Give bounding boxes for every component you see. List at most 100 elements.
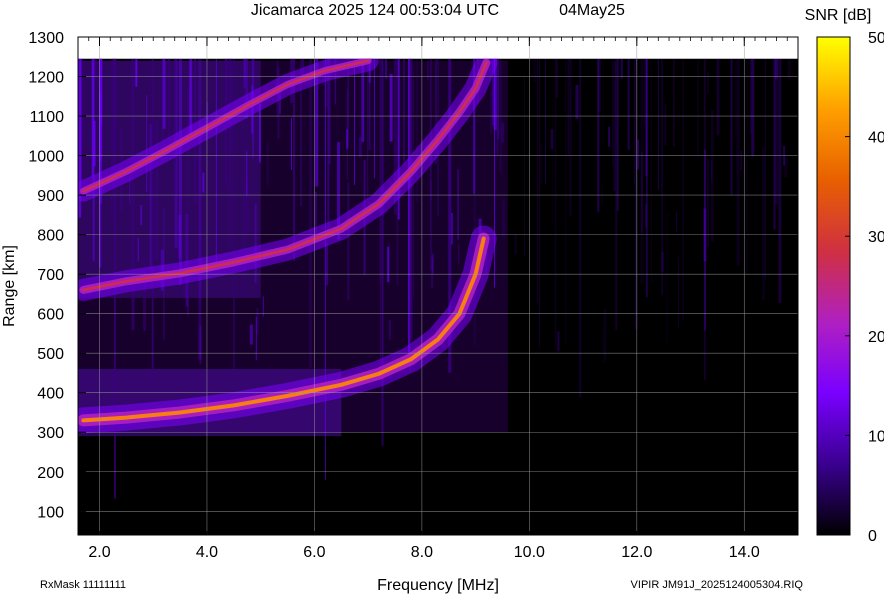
interference-streak [734, 62, 737, 139]
interference-streak [710, 109, 714, 242]
interference-streak [608, 126, 611, 147]
interference-streak [254, 203, 257, 284]
interference-streak [661, 251, 664, 272]
interference-streak [540, 143, 544, 185]
interference-streak [650, 66, 652, 284]
interference-streak [403, 58, 406, 165]
interference-streak [740, 150, 743, 171]
interference-streak [575, 84, 579, 120]
interference-streak [640, 58, 644, 284]
interference-streak [761, 147, 765, 300]
interference-streak [291, 117, 293, 170]
interference-streak [565, 58, 567, 345]
interference-streak [778, 58, 782, 303]
interference-streak [494, 58, 496, 288]
interference-streak [611, 58, 613, 167]
colorbar-tick-label: 20 [868, 329, 884, 346]
interference-streak [602, 329, 604, 350]
x-axis-label: Frequency [MHz] [377, 577, 499, 594]
interference-streak [598, 58, 602, 113]
colorbar-tick-label: 0 [868, 528, 877, 545]
y-tick-label: 100 [37, 504, 64, 521]
interference-streak [773, 58, 775, 89]
interference-streak [137, 237, 139, 261]
y-tick-label: 800 [37, 228, 64, 245]
colorbar-label: SNR [dB] [805, 7, 872, 24]
x-tick-label: 14.0 [729, 544, 760, 561]
interference-streak [784, 157, 788, 178]
interference-streak [657, 58, 659, 190]
interference-streak [672, 58, 675, 147]
interference-streak [555, 58, 557, 350]
rx-mask-label: RxMask 11111111 [40, 579, 126, 591]
colorbar-gradient [816, 36, 851, 536]
interference-streak [774, 58, 778, 79]
interference-streak [162, 58, 166, 129]
interference-streak [324, 58, 326, 480]
interference-streak [716, 58, 720, 136]
y-tick-label: 300 [37, 425, 64, 442]
interference-streak [677, 256, 679, 329]
interference-streak [637, 139, 640, 170]
interference-streak [775, 58, 779, 205]
interference-streak [249, 324, 253, 345]
interference-streak [615, 58, 618, 330]
interference-streak [538, 58, 540, 348]
file-name-label: VIPIR JM91J_2025124005304.RIQ [631, 579, 804, 591]
y-tick-label: 600 [37, 307, 64, 324]
interference-streak [664, 104, 667, 146]
interference-streak [99, 58, 103, 125]
interference-streak [135, 58, 138, 87]
interference-streak [499, 58, 502, 172]
interference-streak [92, 58, 95, 262]
x-tick-label: 10.0 [514, 544, 545, 561]
interference-streak [427, 60, 430, 81]
interference-streak [431, 253, 434, 274]
interference-streak [256, 308, 259, 334]
interference-streak [309, 58, 313, 369]
x-tick-label: 12.0 [621, 544, 652, 561]
interference-streak [198, 58, 202, 360]
interference-streak [533, 58, 537, 83]
interference-streak [94, 58, 97, 80]
interference-streak [457, 169, 459, 240]
interference-streak [168, 58, 171, 141]
interference-streak [458, 243, 460, 264]
interference-streak [202, 172, 205, 193]
interference-streak [620, 58, 623, 79]
interference-streak [215, 58, 217, 265]
interference-streak [389, 319, 391, 340]
interference-streak [114, 58, 117, 125]
interference-streak [579, 58, 582, 398]
interference-streak [627, 58, 630, 150]
interference-streak [327, 58, 330, 237]
colorbar-tick-label: 50 [868, 30, 884, 47]
y-tick-label: 1200 [28, 70, 64, 87]
interference-streak [536, 58, 538, 303]
interference-streak [567, 58, 570, 156]
interference-streak [707, 159, 710, 248]
interference-streak [557, 331, 560, 352]
interference-streak [711, 161, 713, 182]
interference-streak [189, 58, 193, 136]
interference-streak [544, 58, 546, 185]
interference-streak [149, 124, 152, 269]
colorbar-tick-label: 30 [868, 229, 884, 246]
interference-streak [81, 58, 85, 140]
interference-streak [633, 58, 635, 186]
colorbar-tick-label: 40 [868, 130, 884, 147]
interference-streak [569, 58, 572, 216]
colorbar-tick-label: 10 [868, 428, 884, 445]
interference-streak [745, 58, 749, 274]
colorbar: 0 10 20 30 40 50 [816, 30, 884, 545]
interference-streak [634, 58, 638, 330]
x-tick-label: 8.0 [411, 544, 433, 561]
interference-streak [266, 141, 269, 185]
interference-streak [151, 58, 154, 385]
interference-streak [749, 58, 752, 134]
x-tick-label: 6.0 [303, 544, 325, 561]
interference-streak [496, 58, 499, 155]
interference-streak [255, 316, 257, 361]
interference-streak [140, 204, 143, 225]
interference-streak [523, 75, 525, 256]
